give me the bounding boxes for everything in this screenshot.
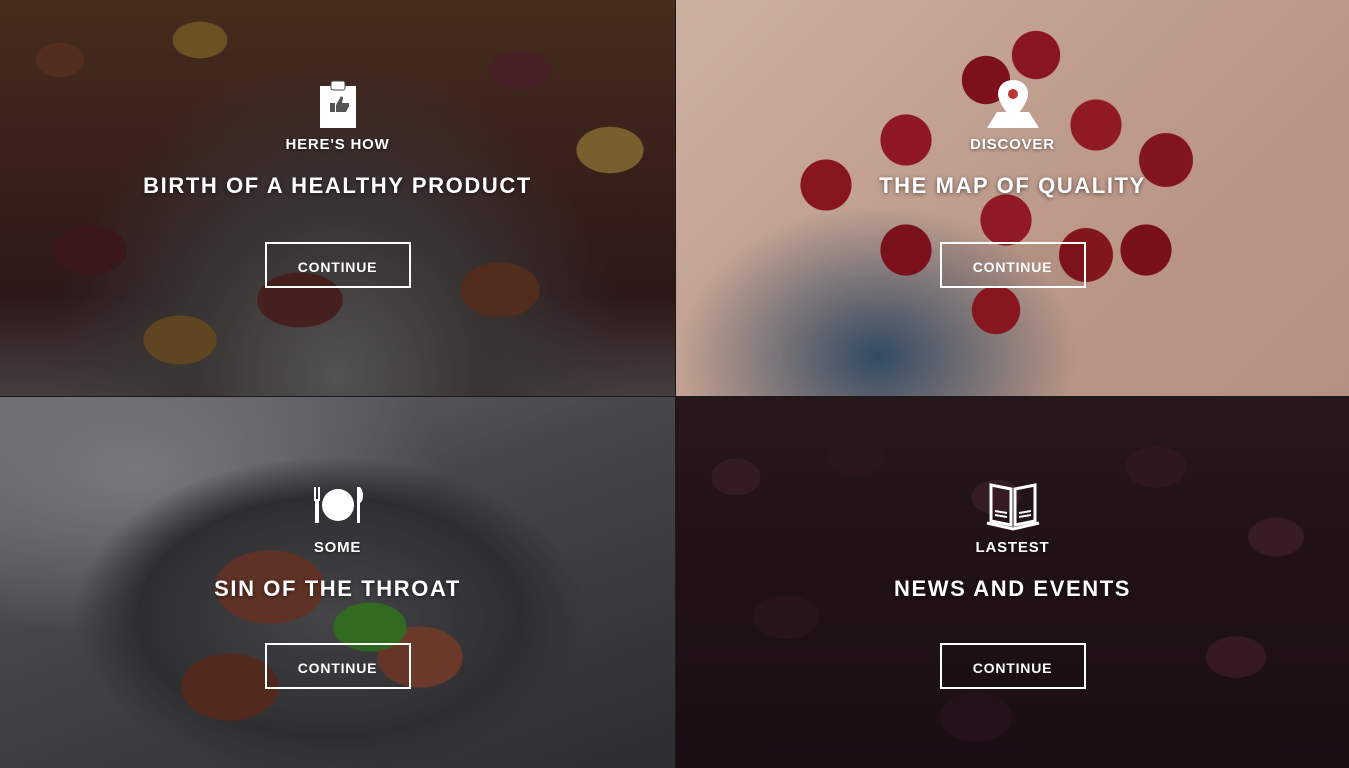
continue-button[interactable]: CONTINUE (264, 242, 411, 288)
tile-title: BIRTH OF A HEALTHY PRODUCT (143, 173, 532, 198)
tile-kicker: LASTEST (975, 539, 1050, 556)
tile-healthy-product[interactable]: HERE'S HOW BIRTH OF A HEALTHY PRODUCT CO… (0, 0, 675, 396)
continue-button[interactable]: CONTINUE (264, 643, 411, 689)
open-book-icon (983, 481, 1043, 533)
plate-cutlery-icon (308, 481, 368, 533)
tile-news-and-events[interactable]: LASTEST NEWS AND EVENTS CONTINUE (676, 397, 1349, 768)
map-pin-icon (983, 78, 1043, 130)
continue-button[interactable]: CONTINUE (939, 242, 1086, 288)
tile-kicker: DISCOVER (970, 136, 1055, 153)
tile-title: THE MAP OF QUALITY (879, 173, 1146, 198)
tile-map-of-quality[interactable]: DISCOVER THE MAP OF QUALITY CONTINUE (676, 0, 1349, 396)
feature-grid: HERE'S HOW BIRTH OF A HEALTHY PRODUCT CO… (0, 0, 1349, 768)
clipboard-thumbs-up-icon (308, 78, 368, 130)
tile-kicker: SOME (313, 539, 362, 556)
tile-kicker: HERE'S HOW (285, 136, 390, 153)
tile-title: NEWS AND EVENTS (893, 576, 1132, 601)
tile-sin-of-the-throat[interactable]: SOME SIN OF THE THROAT CONTINUE (0, 397, 675, 768)
continue-button[interactable]: CONTINUE (939, 643, 1086, 689)
tile-title: SIN OF THE THROAT (214, 576, 461, 601)
